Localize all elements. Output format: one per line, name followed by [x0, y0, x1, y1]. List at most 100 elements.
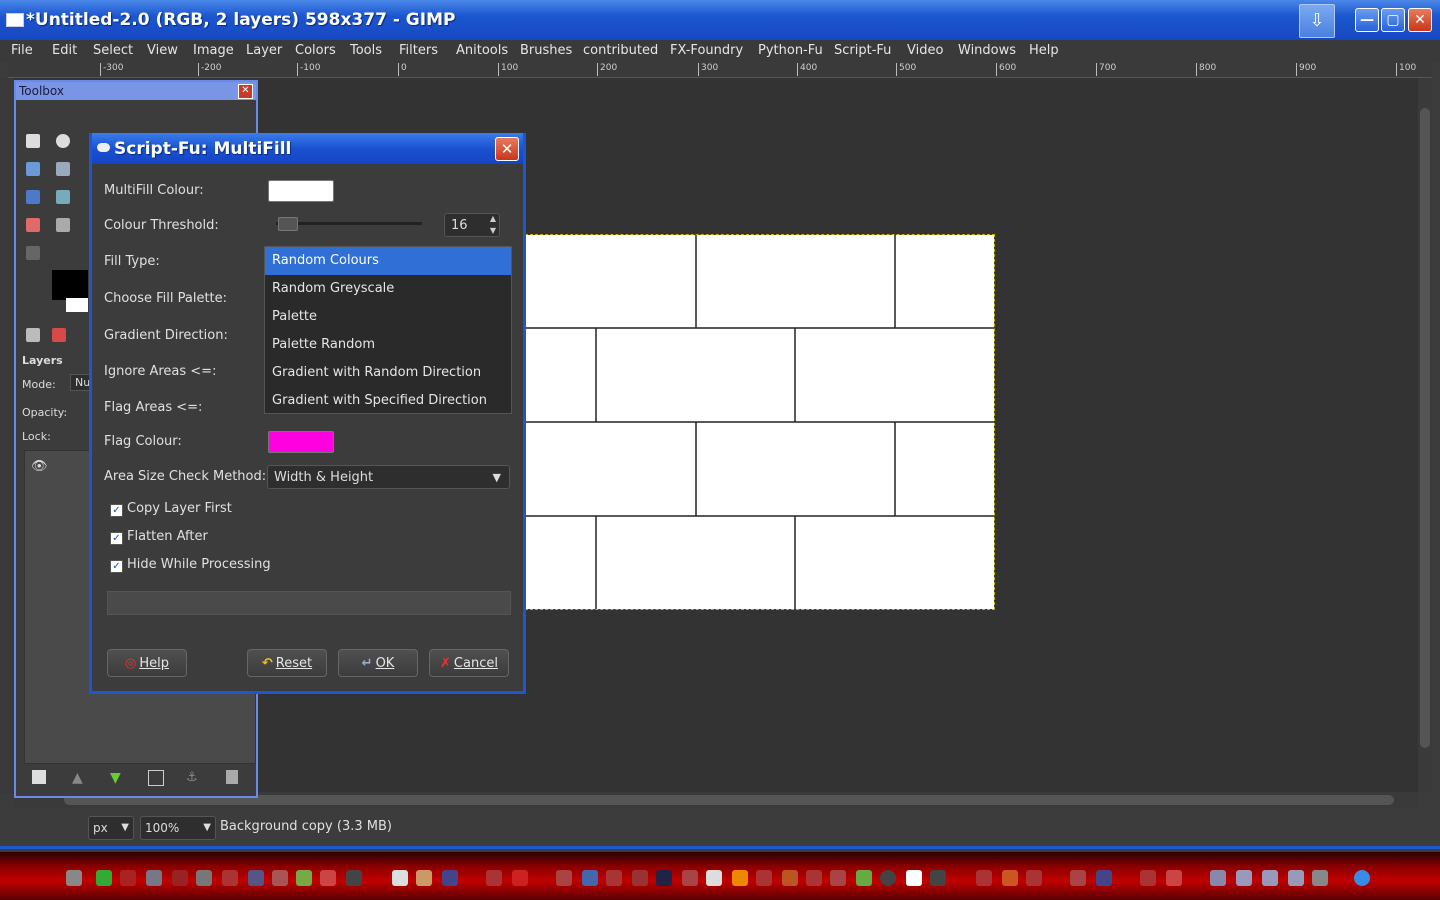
- scroll-thumb[interactable]: [1420, 108, 1430, 748]
- area-size-check-combo[interactable]: Width & Height ▼: [267, 465, 510, 489]
- taskbar-app-icon[interactable]: [1312, 870, 1328, 886]
- image-canvas[interactable]: [525, 234, 995, 610]
- menu-anitools[interactable]: Anitools: [456, 43, 508, 58]
- delete-layer-icon[interactable]: [226, 770, 238, 784]
- taskbar-app-icon[interactable]: [632, 870, 648, 886]
- taskbar-app-icon[interactable]: [880, 870, 896, 886]
- menu-script-fu[interactable]: Script-Fu: [834, 43, 891, 58]
- taskbar-app-icon[interactable]: [96, 870, 112, 886]
- threshold-slider-knob[interactable]: [278, 217, 298, 231]
- taskbar-app-icon[interactable]: [272, 870, 288, 886]
- lower-layer-icon[interactable]: ▼: [110, 770, 124, 786]
- anchor-icon[interactable]: ⚓: [186, 770, 200, 785]
- taskbar-app-icon[interactable]: [1236, 870, 1252, 886]
- flatten-after-checkbox[interactable]: ✓ Flatten After: [110, 529, 208, 545]
- fill-type-option[interactable]: Palette: [265, 303, 511, 331]
- menu-colors[interactable]: Colors: [295, 43, 336, 58]
- taskbar-app-icon[interactable]: [582, 870, 598, 886]
- unit-combo[interactable]: px ▼: [88, 816, 134, 840]
- eraser-icon[interactable]: [26, 218, 40, 232]
- menu-brushes[interactable]: Brushes: [520, 43, 572, 58]
- rect-select-icon[interactable]: [26, 134, 40, 148]
- maximize-button[interactable]: ▢: [1381, 8, 1405, 32]
- taskbar-app-icon[interactable]: [930, 870, 946, 886]
- threshold-spinbox[interactable]: 16 ▲ ▼: [444, 213, 500, 237]
- menu-layer[interactable]: Layer: [246, 43, 282, 58]
- menu-contributed[interactable]: contributed: [583, 43, 658, 58]
- taskbar-app-icon[interactable]: [486, 870, 502, 886]
- menu-python-fu[interactable]: Python-Fu: [758, 43, 823, 58]
- taskbar-app-icon[interactable]: [1002, 870, 1018, 886]
- menu-tools[interactable]: Tools: [350, 43, 382, 58]
- pencil-icon[interactable]: [26, 162, 40, 176]
- taskbar-app-icon[interactable]: [606, 870, 622, 886]
- zoom-icon[interactable]: [56, 162, 70, 176]
- taskbar-app-icon[interactable]: [1210, 870, 1226, 886]
- taskbar-app-icon[interactable]: [1262, 870, 1278, 886]
- background-color[interactable]: [66, 298, 88, 312]
- taskbar-app-icon[interactable]: [320, 870, 336, 886]
- download-icon[interactable]: ⇩: [1299, 4, 1335, 38]
- menu-view[interactable]: View: [147, 43, 178, 58]
- taskbar-app-icon[interactable]: [1288, 870, 1304, 886]
- dialog-close-button[interactable]: ✕: [495, 137, 519, 161]
- fill-type-option[interactable]: Palette Random: [265, 331, 511, 359]
- taskbar-app-icon[interactable]: [656, 870, 672, 886]
- smudge-icon[interactable]: [26, 246, 40, 260]
- copy-layer-checkbox[interactable]: ✓ Copy Layer First: [110, 501, 232, 517]
- menu-edit[interactable]: Edit: [52, 43, 77, 58]
- taskbar-app-icon[interactable]: [1166, 870, 1182, 886]
- menu-file[interactable]: File: [11, 43, 33, 58]
- taskbar-app-icon[interactable]: [120, 870, 136, 886]
- flag-colour-swatch[interactable]: [268, 431, 334, 453]
- clone-icon[interactable]: [26, 190, 40, 204]
- taskbar-app-icon[interactable]: [1096, 870, 1112, 886]
- ok-button[interactable]: ↵ OK: [338, 649, 418, 677]
- spin-down-icon[interactable]: ▼: [490, 219, 496, 243]
- channels-tab-icon[interactable]: [52, 328, 66, 342]
- vertical-scrollbar[interactable]: [1418, 78, 1432, 792]
- taskbar-app-icon[interactable]: [146, 870, 162, 886]
- new-layer-icon[interactable]: [32, 770, 46, 784]
- taskbar-app-icon[interactable]: [248, 870, 264, 886]
- taskbar-app-icon[interactable]: [346, 870, 362, 886]
- reset-button[interactable]: ↶ Reset: [247, 649, 327, 677]
- help-button[interactable]: ◎ Help: [107, 649, 187, 677]
- taskbar-app-icon[interactable]: [556, 870, 572, 886]
- bucket-fill-icon[interactable]: [56, 190, 70, 204]
- scroll-thumb[interactable]: [64, 795, 1394, 805]
- hide-processing-checkbox[interactable]: ✓ Hide While Processing: [110, 557, 271, 573]
- fill-type-option[interactable]: Gradient with Specified Direction: [265, 387, 511, 415]
- taskbar-app-icon[interactable]: [830, 870, 846, 886]
- taskbar-app-icon[interactable]: [416, 870, 432, 886]
- ellipse-select-icon[interactable]: [56, 134, 70, 148]
- checkbox-icon[interactable]: ✓: [110, 560, 123, 573]
- checkbox-icon[interactable]: ✓: [110, 504, 123, 517]
- fill-type-option[interactable]: Random Greyscale: [265, 275, 511, 303]
- close-button[interactable]: ✕: [1408, 8, 1432, 32]
- taskbar-app-icon[interactable]: [976, 870, 992, 886]
- taskbar-app-icon[interactable]: [756, 870, 772, 886]
- menu-image[interactable]: Image: [193, 43, 234, 58]
- start-orb-icon[interactable]: [1354, 870, 1370, 886]
- taskbar-app-icon[interactable]: [706, 870, 722, 886]
- taskbar-app-icon[interactable]: [172, 870, 188, 886]
- taskbar-app-icon[interactable]: [392, 870, 408, 886]
- foreground-color[interactable]: [52, 270, 88, 300]
- taskbar-app-icon[interactable]: [1070, 870, 1086, 886]
- taskbar-app-icon[interactable]: [196, 870, 212, 886]
- menu-video[interactable]: Video: [907, 43, 943, 58]
- menu-filters[interactable]: Filters: [399, 43, 438, 58]
- taskbar-app-icon[interactable]: [856, 870, 872, 886]
- taskbar-app-icon[interactable]: [222, 870, 238, 886]
- fill-type-option[interactable]: Random Colours: [265, 247, 511, 275]
- minimize-button[interactable]: —: [1355, 8, 1379, 32]
- taskbar-app-icon[interactable]: [1140, 870, 1156, 886]
- eye-icon[interactable]: 👁: [31, 459, 48, 474]
- duplicate-layer-icon[interactable]: [148, 770, 164, 786]
- layers-tab-icon[interactable]: [26, 328, 40, 342]
- menu-windows[interactable]: Windows: [958, 43, 1016, 58]
- menu-select[interactable]: Select: [93, 43, 133, 58]
- toolbox-close-button[interactable]: ✕: [238, 84, 253, 99]
- zoom-combo[interactable]: 100% ▼: [140, 816, 216, 840]
